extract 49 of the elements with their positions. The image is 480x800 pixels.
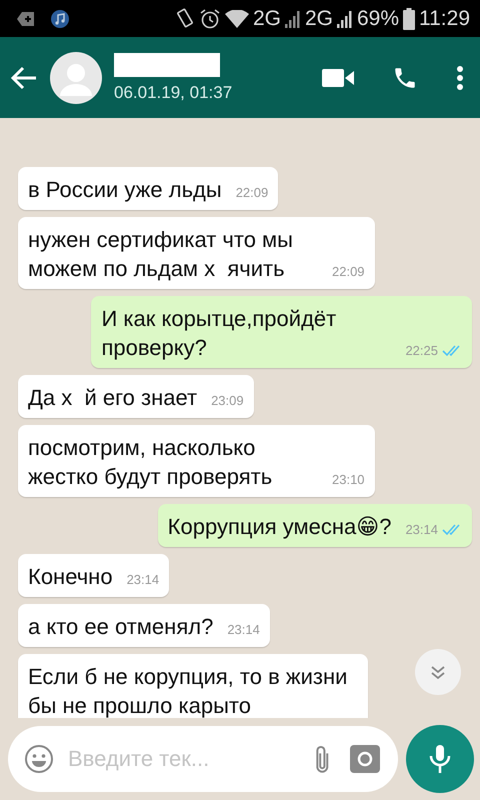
message-text: Если б не корупция, то в жизни бы не прошло карыто [28,663,348,718]
network-label: 2G [252,6,281,30]
message-time: 23:14 [227,623,260,637]
message-bubble[interactable]: нужен сертификат что мы можем по льдам х ячить 22:09 [18,217,375,289]
back-arrow-icon[interactable] [10,66,38,90]
wifi-icon [224,10,249,28]
message-text: в России уже льды [28,176,222,204]
message-time: 22:25 [405,344,438,358]
phone-rotate-icon [174,8,195,30]
message-text: И как корытце,пройдёт проверку? [101,305,338,362]
notification-icon [16,10,36,26]
message-text: Да х й его знает [28,384,198,412]
message-time: 23:14 [405,523,438,537]
message-bubble[interactable]: Да х й его знает 23:09 [18,375,254,418]
message-text: посмотрим, насколько жестко будут проверять [28,434,274,491]
message-bubble[interactable]: И как корытце,пройдёт проверку? 22:25 [91,296,472,368]
message-bubble[interactable]: в России уже льды 22:09 [18,167,278,210]
message-time: 23:10 [332,473,365,487]
message-bubble[interactable]: Если б не корупция, то в жизни бы не прошло карыто [18,654,368,718]
message-text: Конечно [28,563,113,591]
message-text: а кто ее отменял? [28,613,214,641]
network-label: 2G [304,6,333,30]
message-time: 22:09 [332,265,365,279]
last-seen-text: 06.01.19, 01:37 [114,82,234,102]
message-bubble[interactable]: а кто ее отменял? 23:14 [18,604,270,647]
emoji-icon[interactable] [24,744,54,774]
battery-percent: 69% [356,6,399,30]
message-text: нужен сертификат что мы можем по льдам х ячить [28,226,294,283]
microphone-button[interactable] [406,725,474,793]
signal-icon [284,10,301,28]
message-time: 22:09 [236,186,268,200]
battery-icon [403,8,415,30]
clock: 11:29 [419,6,470,30]
avatar-icon[interactable] [50,52,102,104]
message-bubble[interactable]: Коррупция умесна😁? 23:14 [158,504,472,547]
message-time: 23:09 [211,394,244,408]
music-icon [50,8,70,28]
signal-icon [336,10,353,28]
camera-icon[interactable] [350,745,380,773]
alarm-icon [198,8,221,30]
message-time: 23:14 [126,573,160,587]
scroll-down-button[interactable] [414,648,462,696]
message-bubble[interactable]: Конечно 23:14 [18,554,170,597]
more-options-icon[interactable] [456,64,464,90]
video-call-icon[interactable] [322,66,354,88]
message-input[interactable]: Введите тек... [66,745,296,773]
message-text: Коррупция умесна😁? [168,513,392,541]
message-bubble[interactable]: посмотрим, насколько жестко будут проверять 23:10 [18,425,375,497]
message-field[interactable]: Введите тек... [8,726,398,792]
